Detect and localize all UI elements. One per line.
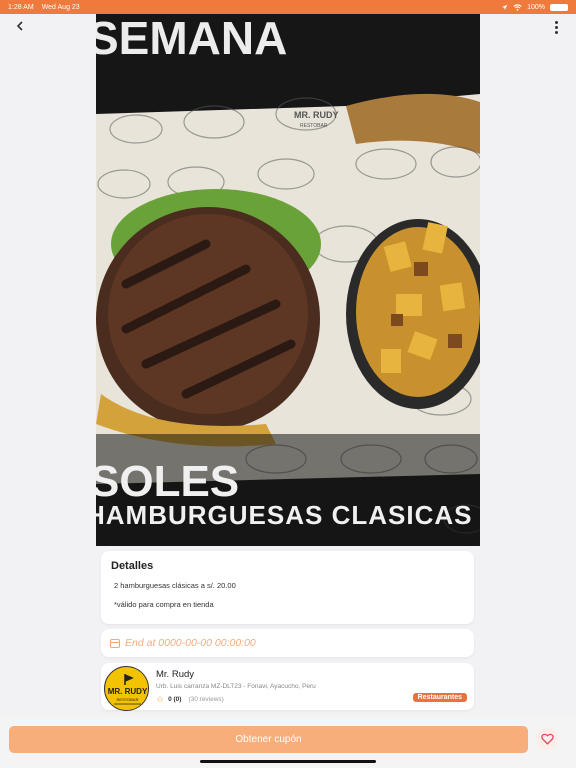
review-count: (30 reviews) (188, 696, 224, 703)
hero-headline-burgers: HAMBURGUESAS CLASICAS (96, 500, 472, 530)
favorite-button[interactable] (536, 728, 558, 750)
business-name: Mr. Rudy (156, 669, 195, 680)
location-icon (501, 4, 508, 10)
chevron-left-icon (16, 21, 23, 31)
more-options-button[interactable] (552, 18, 560, 36)
hero-headline-soles: SOLES (96, 457, 239, 506)
category-badge: Restaurantes (412, 693, 467, 702)
status-indicators: 100% (501, 3, 568, 11)
battery-percentage: 100% (527, 3, 545, 11)
home-indicator (200, 760, 376, 763)
details-title: Detalles (111, 560, 154, 572)
status-date: Wed Aug 23 (41, 3, 80, 11)
details-line: 2 hamburguesas clásicas a s/. 20.00 (114, 581, 236, 590)
battery-icon (550, 3, 568, 11)
wrapper-brand-text: MR. RUDY (294, 110, 339, 120)
calendar-icon (110, 638, 120, 648)
wrapper-sub-text: RESTOBAR (300, 123, 328, 129)
hero-headline-top: SEMANA (96, 14, 287, 64)
business-logo: MR. RUDY RESTOBAR (104, 666, 149, 711)
details-card: Detalles 2 hamburguesas clásicas a s/. 2… (101, 551, 474, 624)
details-line: *válido para compra en tienda (114, 600, 214, 609)
coupon-image: SEMANA MR. RUDY RESTOBAR SOLES HAMBURGUE… (96, 14, 480, 546)
more-vertical-icon (554, 20, 558, 24)
back-button[interactable] (12, 18, 28, 36)
wifi-icon (513, 3, 522, 11)
logo-brand-text: MR. RUDY (108, 687, 148, 696)
heart-icon (540, 733, 554, 745)
rating-value: 0 (0) (168, 696, 182, 703)
business-card[interactable]: MR. RUDY RESTOBAR Mr. Rudy Urb. Luis car… (101, 663, 474, 711)
validity-field[interactable]: End at 0000-00-00 00:00:00 (101, 629, 474, 657)
validity-date-text: End at 0000-00-00 00:00:00 (125, 637, 256, 649)
status-bar: 1:28 AM Wed Aug 23 100% (0, 0, 576, 14)
star-icon: ☆ (156, 694, 165, 704)
logo-sub-text: RESTOBAR (117, 697, 139, 702)
business-address: Urb. Luis carranza MZ-DLT23 - Fonavi, Ay… (156, 683, 316, 690)
status-time: 1:28 AM (8, 3, 34, 11)
get-coupon-button[interactable]: Obtener cupón (9, 726, 528, 753)
bottom-bar: Obtener cupón (0, 716, 576, 768)
business-rating: ☆ 0 (0) (30 reviews) (156, 695, 224, 704)
